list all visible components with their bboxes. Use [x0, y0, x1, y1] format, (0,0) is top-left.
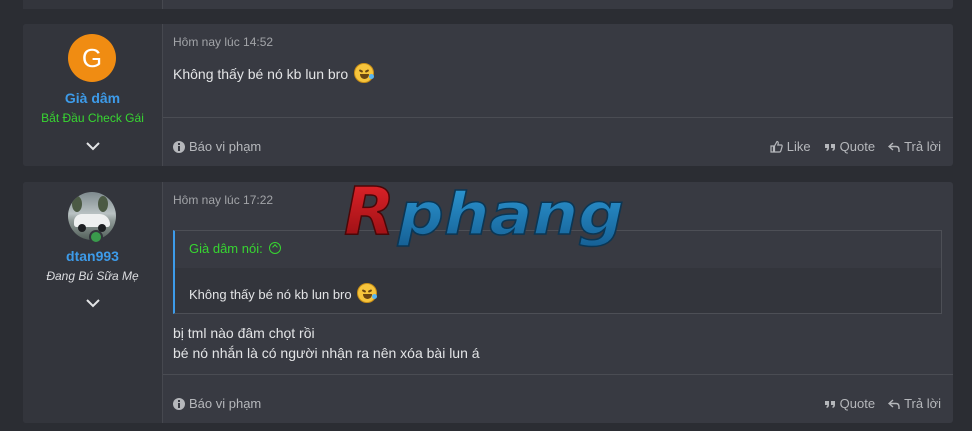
reply-button[interactable]: Trả lời [888, 139, 941, 154]
post-footer: Báo vi phạm Quote Trả lời [163, 383, 953, 423]
quote-block: Già dâm nói: Không thấy bé nó kb lun bro [173, 230, 942, 314]
thumbs-up-icon [770, 140, 783, 153]
post-footer: Báo vi phạm Like Quote Trả lời [163, 126, 953, 166]
report-label: Báo vi phạm [189, 396, 262, 411]
previous-post-edge [23, 0, 953, 9]
info-icon [173, 140, 185, 153]
reply-label: Trả lời [904, 139, 941, 154]
info-icon [173, 397, 185, 410]
message-line: bé nó nhắn là có người nhận ra nên xóa b… [173, 345, 480, 361]
post-main: Hôm nay lúc 17:22 Già dâm nói: Không thấ… [163, 182, 953, 423]
post-message: Không thấy bé nó kb lun bro [173, 63, 375, 84]
divider [163, 374, 953, 375]
message-line: bị tml nào đâm chọt rồi [173, 325, 315, 341]
username[interactable]: Già dâm [23, 90, 162, 106]
quote-label: Quote [839, 396, 876, 411]
quote-icon [824, 400, 835, 408]
quote-label: Quote [839, 139, 876, 154]
like-button[interactable]: Like [770, 139, 811, 154]
post-date[interactable]: Hôm nay lúc 17:22 [173, 193, 273, 207]
quote-content: Không thấy bé nó kb lun bro [189, 283, 378, 303]
user-cell: dtan993 Đang Bú Sữa Mẹ [23, 182, 163, 423]
user-title: Đang Bú Sữa Mẹ [46, 269, 139, 283]
message-text: Không thấy bé nó kb lun bro [173, 66, 349, 82]
arrow-up-circle-icon[interactable] [269, 242, 282, 254]
quote-author: Già dâm nói: [189, 241, 263, 256]
reply-icon [888, 141, 900, 152]
quote-button[interactable]: Quote [824, 396, 875, 411]
username[interactable]: dtan993 [23, 248, 162, 264]
user-title: Bắt Đầu Check Gái [41, 111, 144, 125]
reply-icon [888, 398, 900, 409]
laughing-emoji-icon [354, 63, 375, 83]
report-button[interactable]: Báo vi phạm [173, 396, 261, 411]
like-label: Like [786, 139, 811, 154]
user-cell: G Già dâm Bắt Đầu Check Gái [23, 24, 163, 166]
report-label: Báo vi phạm [189, 139, 262, 154]
report-button[interactable]: Báo vi phạm [173, 139, 261, 154]
quote-header[interactable]: Già dâm nói: [175, 231, 941, 268]
online-status-icon [89, 230, 103, 244]
post-main: Hôm nay lúc 14:52 Không thấy bé nó kb lu… [163, 24, 953, 166]
post-message: bị tml nào đâm chọt rồi bé nó nhắn là có… [173, 323, 480, 363]
post: G Già dâm Bắt Đầu Check Gái Hôm nay lúc … [23, 24, 953, 166]
chevron-down-icon[interactable] [85, 140, 101, 152]
quote-icon [824, 143, 835, 151]
avatar[interactable]: G [68, 34, 116, 82]
divider [163, 117, 953, 118]
reply-label: Trả lời [904, 396, 941, 411]
post-date[interactable]: Hôm nay lúc 14:52 [173, 35, 273, 49]
laughing-emoji-icon [357, 283, 378, 303]
reply-button[interactable]: Trả lời [888, 396, 941, 411]
quote-text: Không thấy bé nó kb lun bro [189, 287, 352, 302]
quote-button[interactable]: Quote [824, 139, 875, 154]
post: dtan993 Đang Bú Sữa Mẹ Hôm nay lúc 17:22… [23, 182, 953, 423]
chevron-down-icon[interactable] [85, 297, 101, 309]
